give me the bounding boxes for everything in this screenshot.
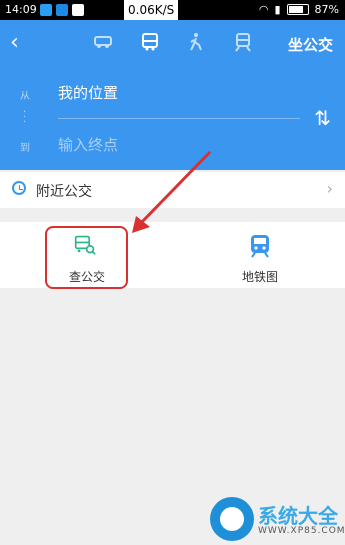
watermark-url: WWW.XP85.COM bbox=[258, 526, 345, 536]
watermark-logo bbox=[210, 497, 254, 541]
watermark-title: 系统大全 bbox=[258, 504, 338, 528]
annotation-arrow bbox=[132, 150, 212, 233]
